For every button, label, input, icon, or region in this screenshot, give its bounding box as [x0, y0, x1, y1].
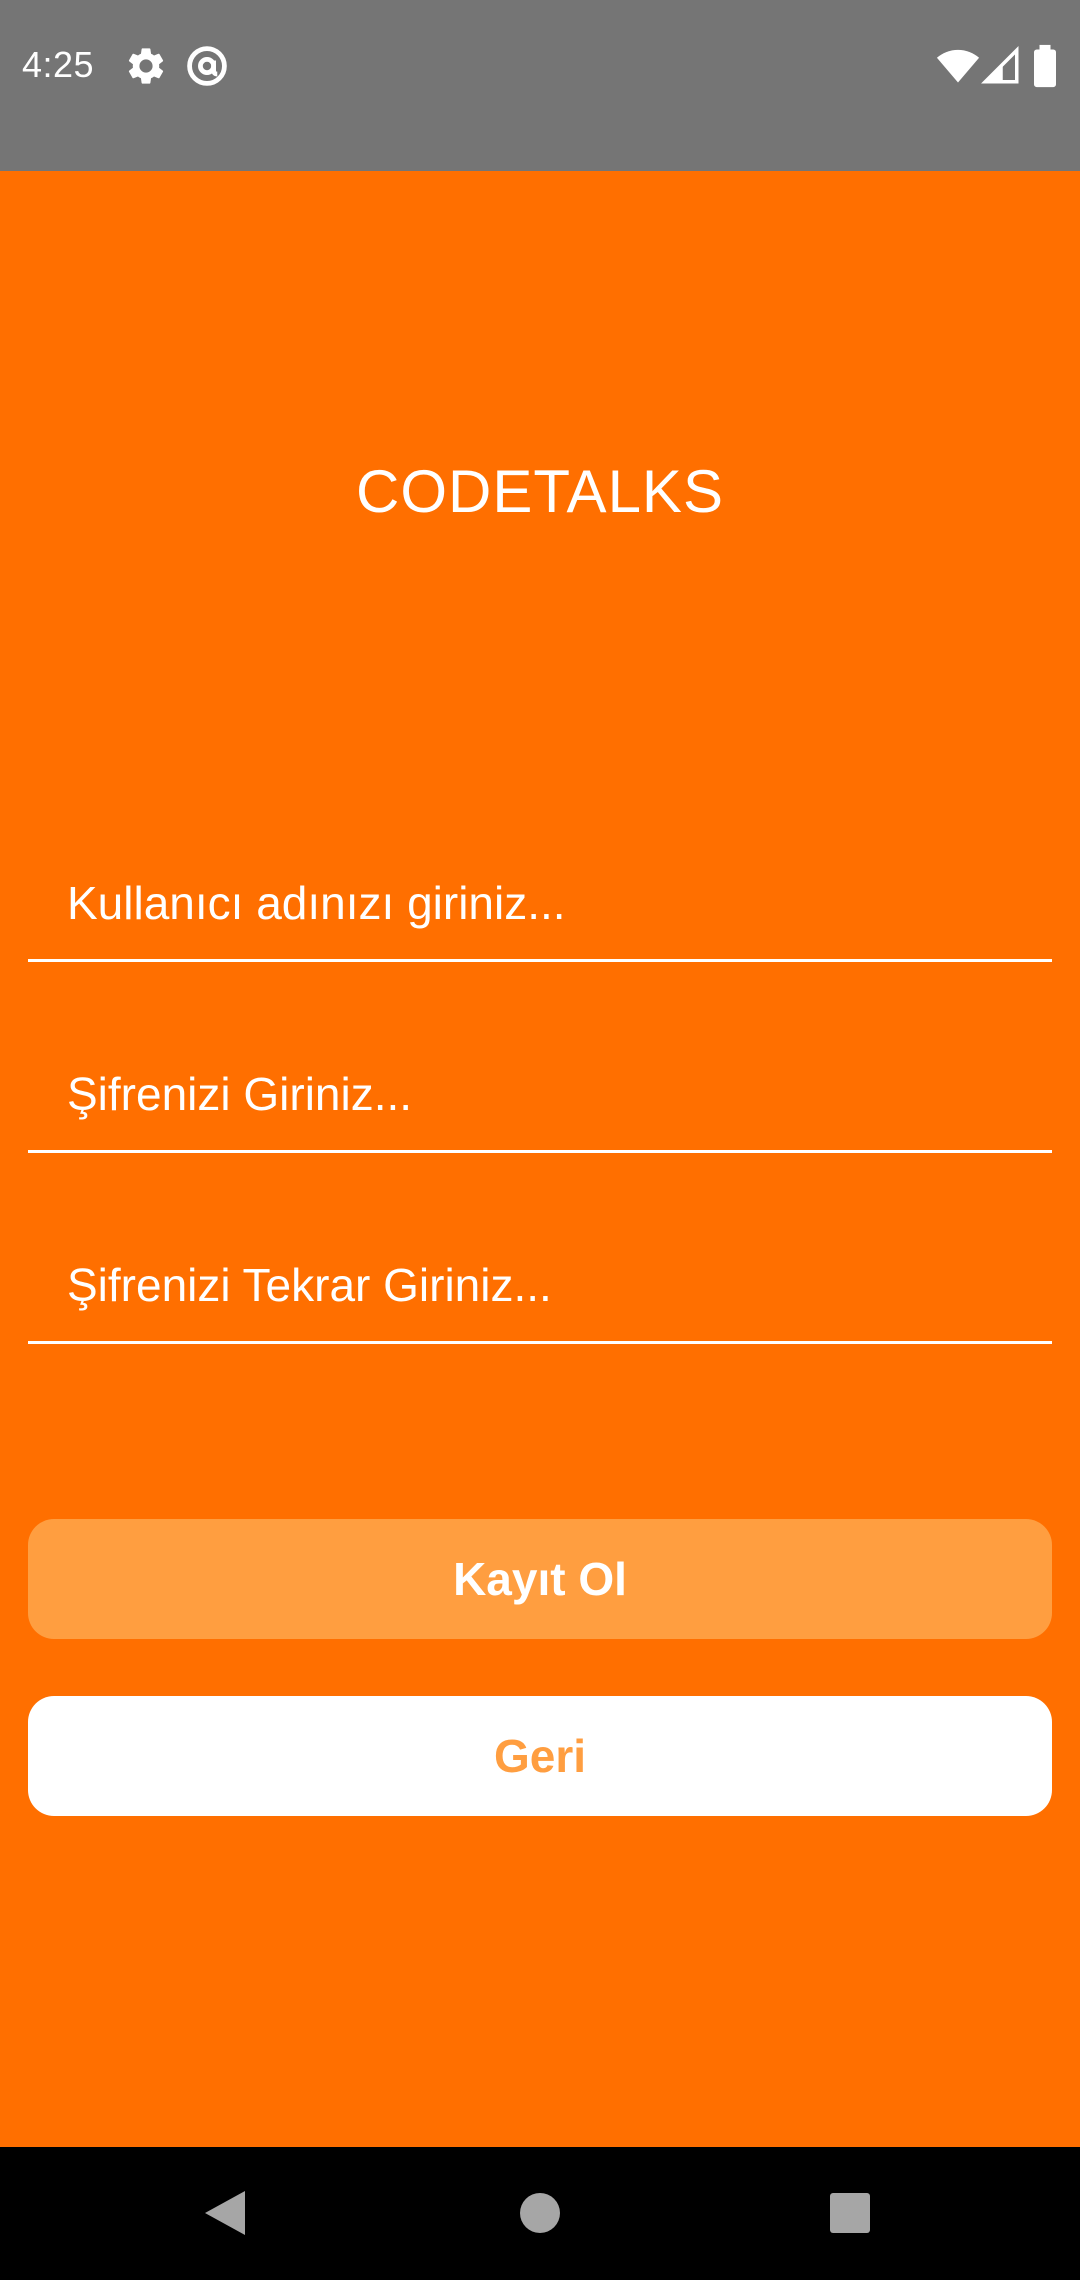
- navigation-bar: [0, 2147, 1080, 2280]
- app-title: CODETALKS: [356, 458, 724, 525]
- status-time: 4:25: [22, 44, 95, 85]
- battery-icon: [1030, 44, 1060, 88]
- username-input[interactable]: [28, 846, 1052, 962]
- password-field[interactable]: [28, 1037, 1052, 1157]
- wifi-icon: [934, 44, 982, 88]
- back-icon[interactable]: [175, 2163, 275, 2263]
- password-repeat-field[interactable]: [28, 1228, 1052, 1348]
- at-sign-icon: [185, 44, 229, 88]
- username-field[interactable]: [28, 846, 1052, 966]
- recents-icon[interactable]: [800, 2163, 900, 2263]
- register-button[interactable]: Kayıt Ol: [28, 1519, 1052, 1639]
- password-input[interactable]: [28, 1037, 1052, 1153]
- back-button[interactable]: Geri: [28, 1696, 1052, 1816]
- password-repeat-input[interactable]: [28, 1228, 1052, 1344]
- gear-icon: [124, 44, 168, 88]
- signal-icon: [980, 44, 1022, 88]
- home-icon[interactable]: [490, 2163, 590, 2263]
- register-screen: CODETALKS Kayıt Ol Geri: [0, 171, 1080, 2147]
- status-bar: 4:25: [0, 0, 1080, 171]
